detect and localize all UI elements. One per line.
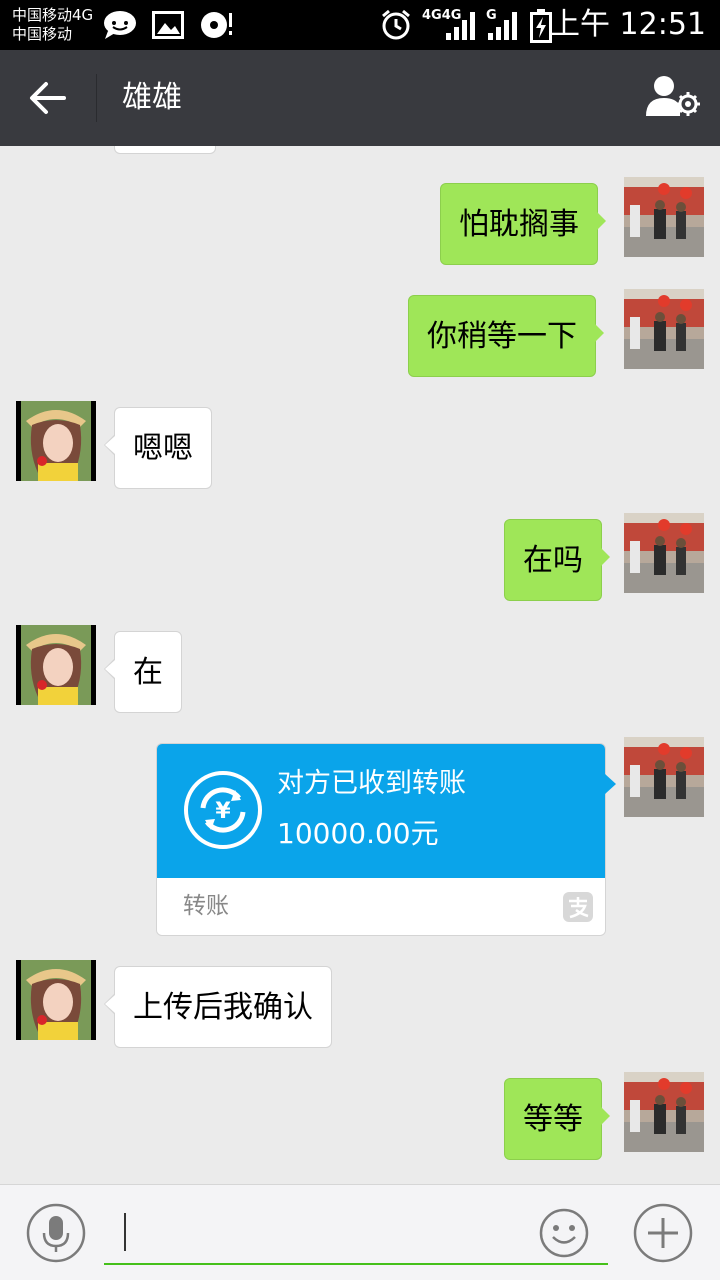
transfer-label: 转账: [183, 893, 229, 919]
message-list[interactable]: 怕耽搁事 你稍等一下 嗯嗯 在吗 在 ¥ 对方已收到转账 10000.00元 转…: [0, 146, 720, 1184]
message-bubble-incoming[interactable]: 嗯嗯: [104, 407, 212, 489]
status-bar: 中国移动4G 中国移动 4G4G G 上午 12:51: [0, 0, 720, 50]
transfer-received-icon: ¥: [184, 771, 262, 849]
chat-notification-icon: [104, 11, 136, 39]
contact-avatar[interactable]: [16, 625, 96, 705]
my-avatar[interactable]: [624, 289, 704, 369]
my-avatar[interactable]: [624, 177, 704, 257]
message-bubble-incoming[interactable]: 在: [104, 631, 182, 713]
my-avatar[interactable]: [624, 513, 704, 593]
chat-header: 雄雄: [0, 50, 720, 146]
message-bubble-outgoing[interactable]: 怕耽搁事: [440, 183, 606, 265]
chat-info-button[interactable]: [646, 74, 700, 120]
emoji-button[interactable]: [538, 1207, 590, 1259]
signal-icon: [446, 12, 475, 40]
text-caret: [124, 1213, 126, 1251]
clock: 上午 12:51: [550, 7, 706, 42]
disc-notification-icon: [201, 12, 232, 38]
message-bubble-incoming[interactable]: 上传后我确认: [104, 966, 332, 1048]
header-divider: [96, 74, 97, 122]
transfer-amount: 10000.00元: [277, 817, 439, 850]
message-bubble-outgoing[interactable]: 你稍等一下: [408, 295, 604, 377]
message-bubble-outgoing[interactable]: 等等: [504, 1078, 610, 1160]
voice-input-button[interactable]: [26, 1203, 86, 1263]
carrier-line-2: 中国移动: [12, 25, 73, 43]
contact-avatar[interactable]: [16, 960, 96, 1040]
svg-text:¥: ¥: [215, 799, 231, 824]
previous-message-bubble: [114, 146, 216, 154]
alarm-icon: [382, 9, 410, 40]
my-avatar[interactable]: [624, 1072, 704, 1152]
alipay-icon: [563, 892, 593, 922]
message-input[interactable]: [104, 1205, 608, 1265]
more-actions-button[interactable]: [633, 1203, 693, 1263]
transfer-status: 对方已收到转账: [277, 768, 466, 799]
transfer-card-footer: 转账: [157, 878, 605, 935]
contact-avatar[interactable]: [16, 401, 96, 481]
carrier-line-1: 中国移动4G: [12, 6, 94, 24]
message-bubble-outgoing[interactable]: 在吗: [504, 519, 610, 601]
signal-icon-2: [488, 12, 517, 40]
carrier-info: 中国移动4G 中国移动: [12, 6, 93, 44]
battery-charging-icon: [530, 9, 552, 43]
chat-title: 雄雄: [122, 80, 182, 115]
input-bar: [0, 1184, 720, 1280]
image-notification-icon: [152, 11, 184, 39]
transfer-card[interactable]: ¥ 对方已收到转账 10000.00元 转账: [156, 743, 616, 936]
transfer-card-header: ¥ 对方已收到转账 10000.00元: [157, 744, 616, 878]
my-avatar[interactable]: [624, 737, 704, 817]
back-button[interactable]: [22, 76, 74, 120]
